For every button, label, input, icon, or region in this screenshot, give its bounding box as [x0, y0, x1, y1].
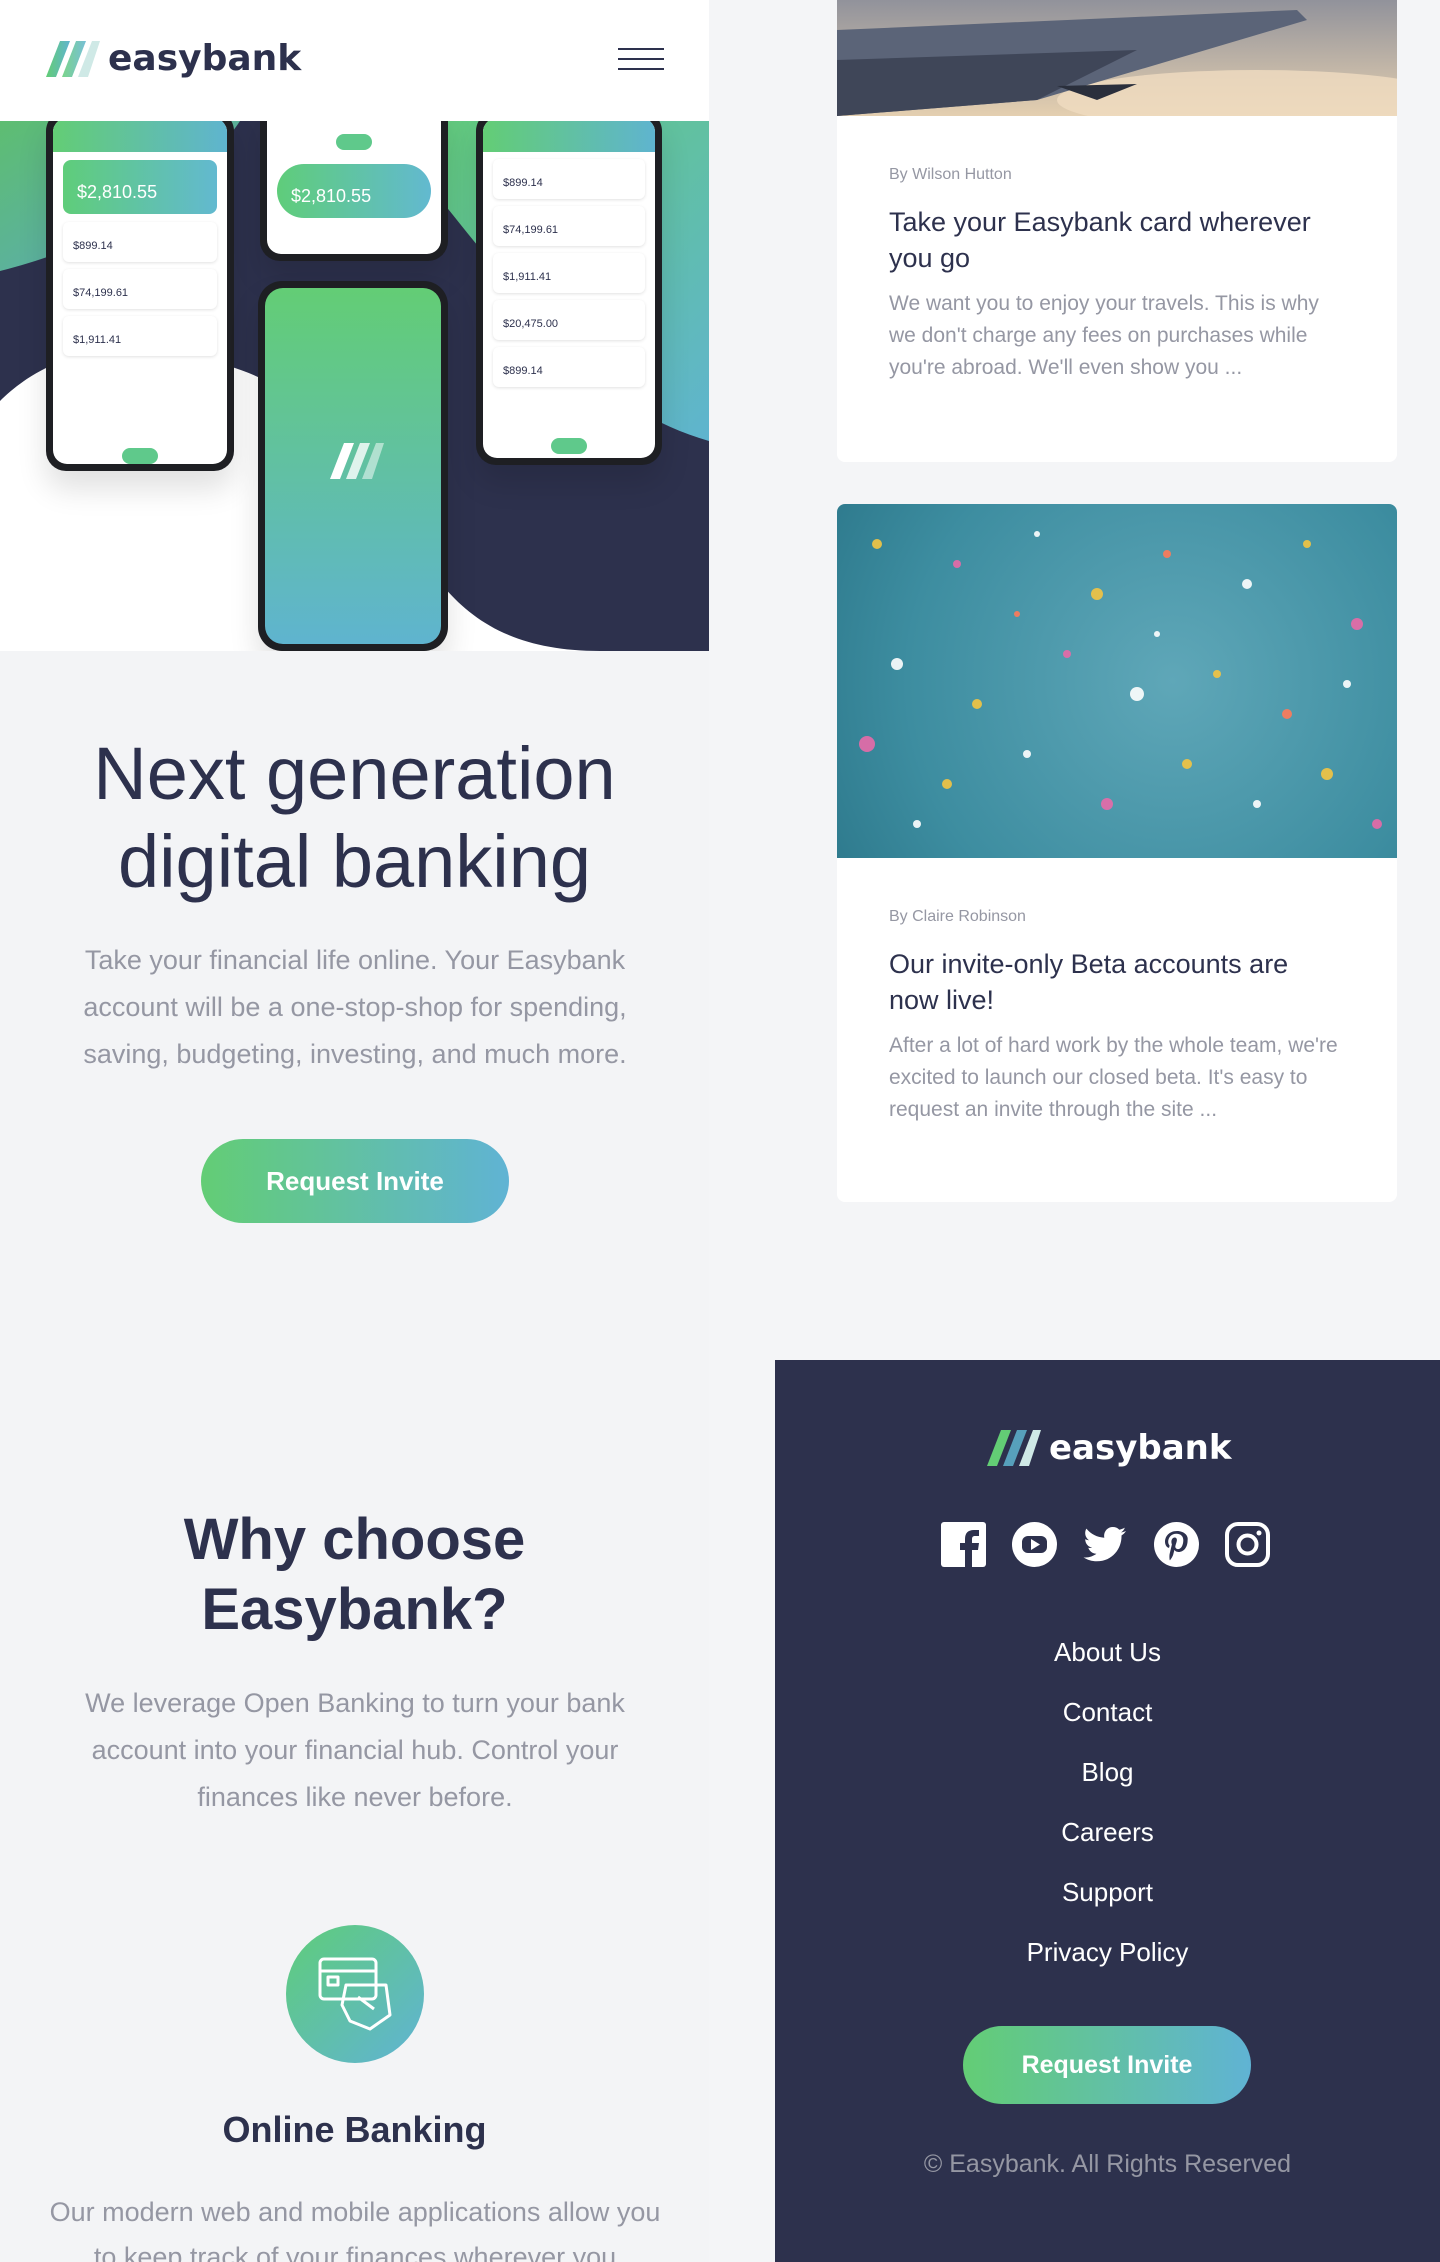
- phone-mockup-top: $2,810.55: [260, 121, 448, 261]
- article-card[interactable]: By Claire Robinson Our invite-only Beta …: [837, 504, 1397, 1202]
- hero-illustration: $2,810.55 $899.14 $74,199.61 $1,911.41 $…: [0, 121, 709, 651]
- footer-link-careers[interactable]: Careers: [775, 1802, 1440, 1862]
- why-title-line2: Easybank?: [201, 1577, 508, 1642]
- account-row: $1,911.41: [63, 316, 217, 356]
- site-footer: easybank About Us Contact Blog Careers S…: [775, 1360, 1440, 2262]
- site-header: easybank: [0, 0, 709, 121]
- feature-title: Online Banking: [222, 2109, 487, 2150]
- phone-mockup-left: $2,810.55 $899.14 $74,199.61 $1,911.41: [46, 121, 234, 471]
- phone-mockup-right: $899.14 $74,199.61 $1,911.41 $20,475.00 …: [476, 121, 662, 465]
- why-description: We leverage Open Banking to turn your ba…: [85, 1688, 625, 1812]
- hero-title: Next generation digital banking: [0, 730, 709, 906]
- account-row: $899.14: [63, 222, 217, 262]
- logo-mark-icon: [987, 1430, 1041, 1466]
- feature-description: Our modern web and mobile applications a…: [49, 2197, 661, 2262]
- account-row: $899.14: [493, 159, 645, 199]
- hero-description: Take your financial life online. Your Ea…: [83, 945, 627, 1069]
- account-row: $1,911.41: [493, 253, 645, 293]
- total-balance-card: $2,810.55: [277, 164, 431, 218]
- mobile-home-panel: easybank $2,810.55 $899.14 $74,199.61 $1…: [0, 0, 709, 2262]
- phone-mockup-center: [258, 281, 448, 651]
- request-invite-button[interactable]: Request Invite: [201, 1139, 509, 1223]
- hamburger-menu-icon[interactable]: [618, 48, 664, 74]
- footer-link-privacy-policy[interactable]: Privacy Policy: [775, 1922, 1440, 1982]
- instagram-icon[interactable]: [1225, 1522, 1270, 1567]
- logo-text: easybank: [108, 38, 302, 79]
- article-excerpt: We want you to enjoy your travels. This …: [889, 292, 1319, 379]
- article-card[interactable]: By Wilson Hutton Take your Easybank card…: [837, 0, 1397, 462]
- copyright-text: © Easybank. All Rights Reserved: [923, 2150, 1292, 2178]
- footer-link-blog[interactable]: Blog: [775, 1742, 1440, 1802]
- footer-link-support[interactable]: Support: [775, 1862, 1440, 1922]
- footer-request-invite-button[interactable]: Request Invite: [963, 2026, 1251, 2104]
- youtube-icon[interactable]: [1012, 1522, 1057, 1567]
- why-title: Why choose Easybank?: [0, 1505, 709, 1645]
- article-author: By Wilson Hutton: [889, 166, 1012, 183]
- account-row: $20,475.00: [493, 300, 645, 340]
- logo-mark-icon: [46, 40, 100, 77]
- social-links: [941, 1522, 1270, 1567]
- why-title-line1: Why choose: [183, 1507, 526, 1572]
- nav-pill: [122, 448, 158, 464]
- article-title[interactable]: Our invite-only Beta accounts are now li…: [889, 946, 1345, 1018]
- account-row: $74,199.61: [63, 269, 217, 309]
- article-title[interactable]: Take your Easybank card wherever you go: [889, 204, 1345, 276]
- footer-link-about-us[interactable]: About Us: [775, 1622, 1440, 1682]
- article-image-plane: [837, 0, 1397, 116]
- total-balance-card: $2,810.55: [63, 160, 217, 214]
- nav-pill: [551, 438, 587, 454]
- pinterest-icon[interactable]: [1154, 1522, 1199, 1567]
- twitter-icon[interactable]: [1083, 1522, 1128, 1567]
- facebook-icon[interactable]: [941, 1522, 986, 1567]
- online-banking-icon: [286, 1925, 424, 2063]
- nav-pill: [336, 134, 372, 150]
- article-excerpt: After a lot of hard work by the whole te…: [889, 1034, 1338, 1121]
- account-row: $74,199.61: [493, 206, 645, 246]
- hero-title-line2: digital banking: [117, 820, 592, 903]
- article-author: By Claire Robinson: [889, 908, 1026, 925]
- account-row: $899.14: [493, 347, 645, 387]
- footer-links: About Us Contact Blog Careers Support Pr…: [775, 1622, 1440, 1982]
- footer-link-contact[interactable]: Contact: [775, 1682, 1440, 1742]
- hero-title-line1: Next generation: [93, 732, 616, 815]
- footer-logo[interactable]: easybank: [987, 1428, 1232, 1468]
- app-logo-icon: [330, 443, 384, 479]
- logo[interactable]: easybank: [46, 38, 301, 79]
- mobile-articles-panel: By Wilson Hutton Take your Easybank card…: [775, 0, 1440, 2262]
- article-image-confetti: [837, 504, 1397, 858]
- logo-text: easybank: [1049, 1428, 1232, 1468]
